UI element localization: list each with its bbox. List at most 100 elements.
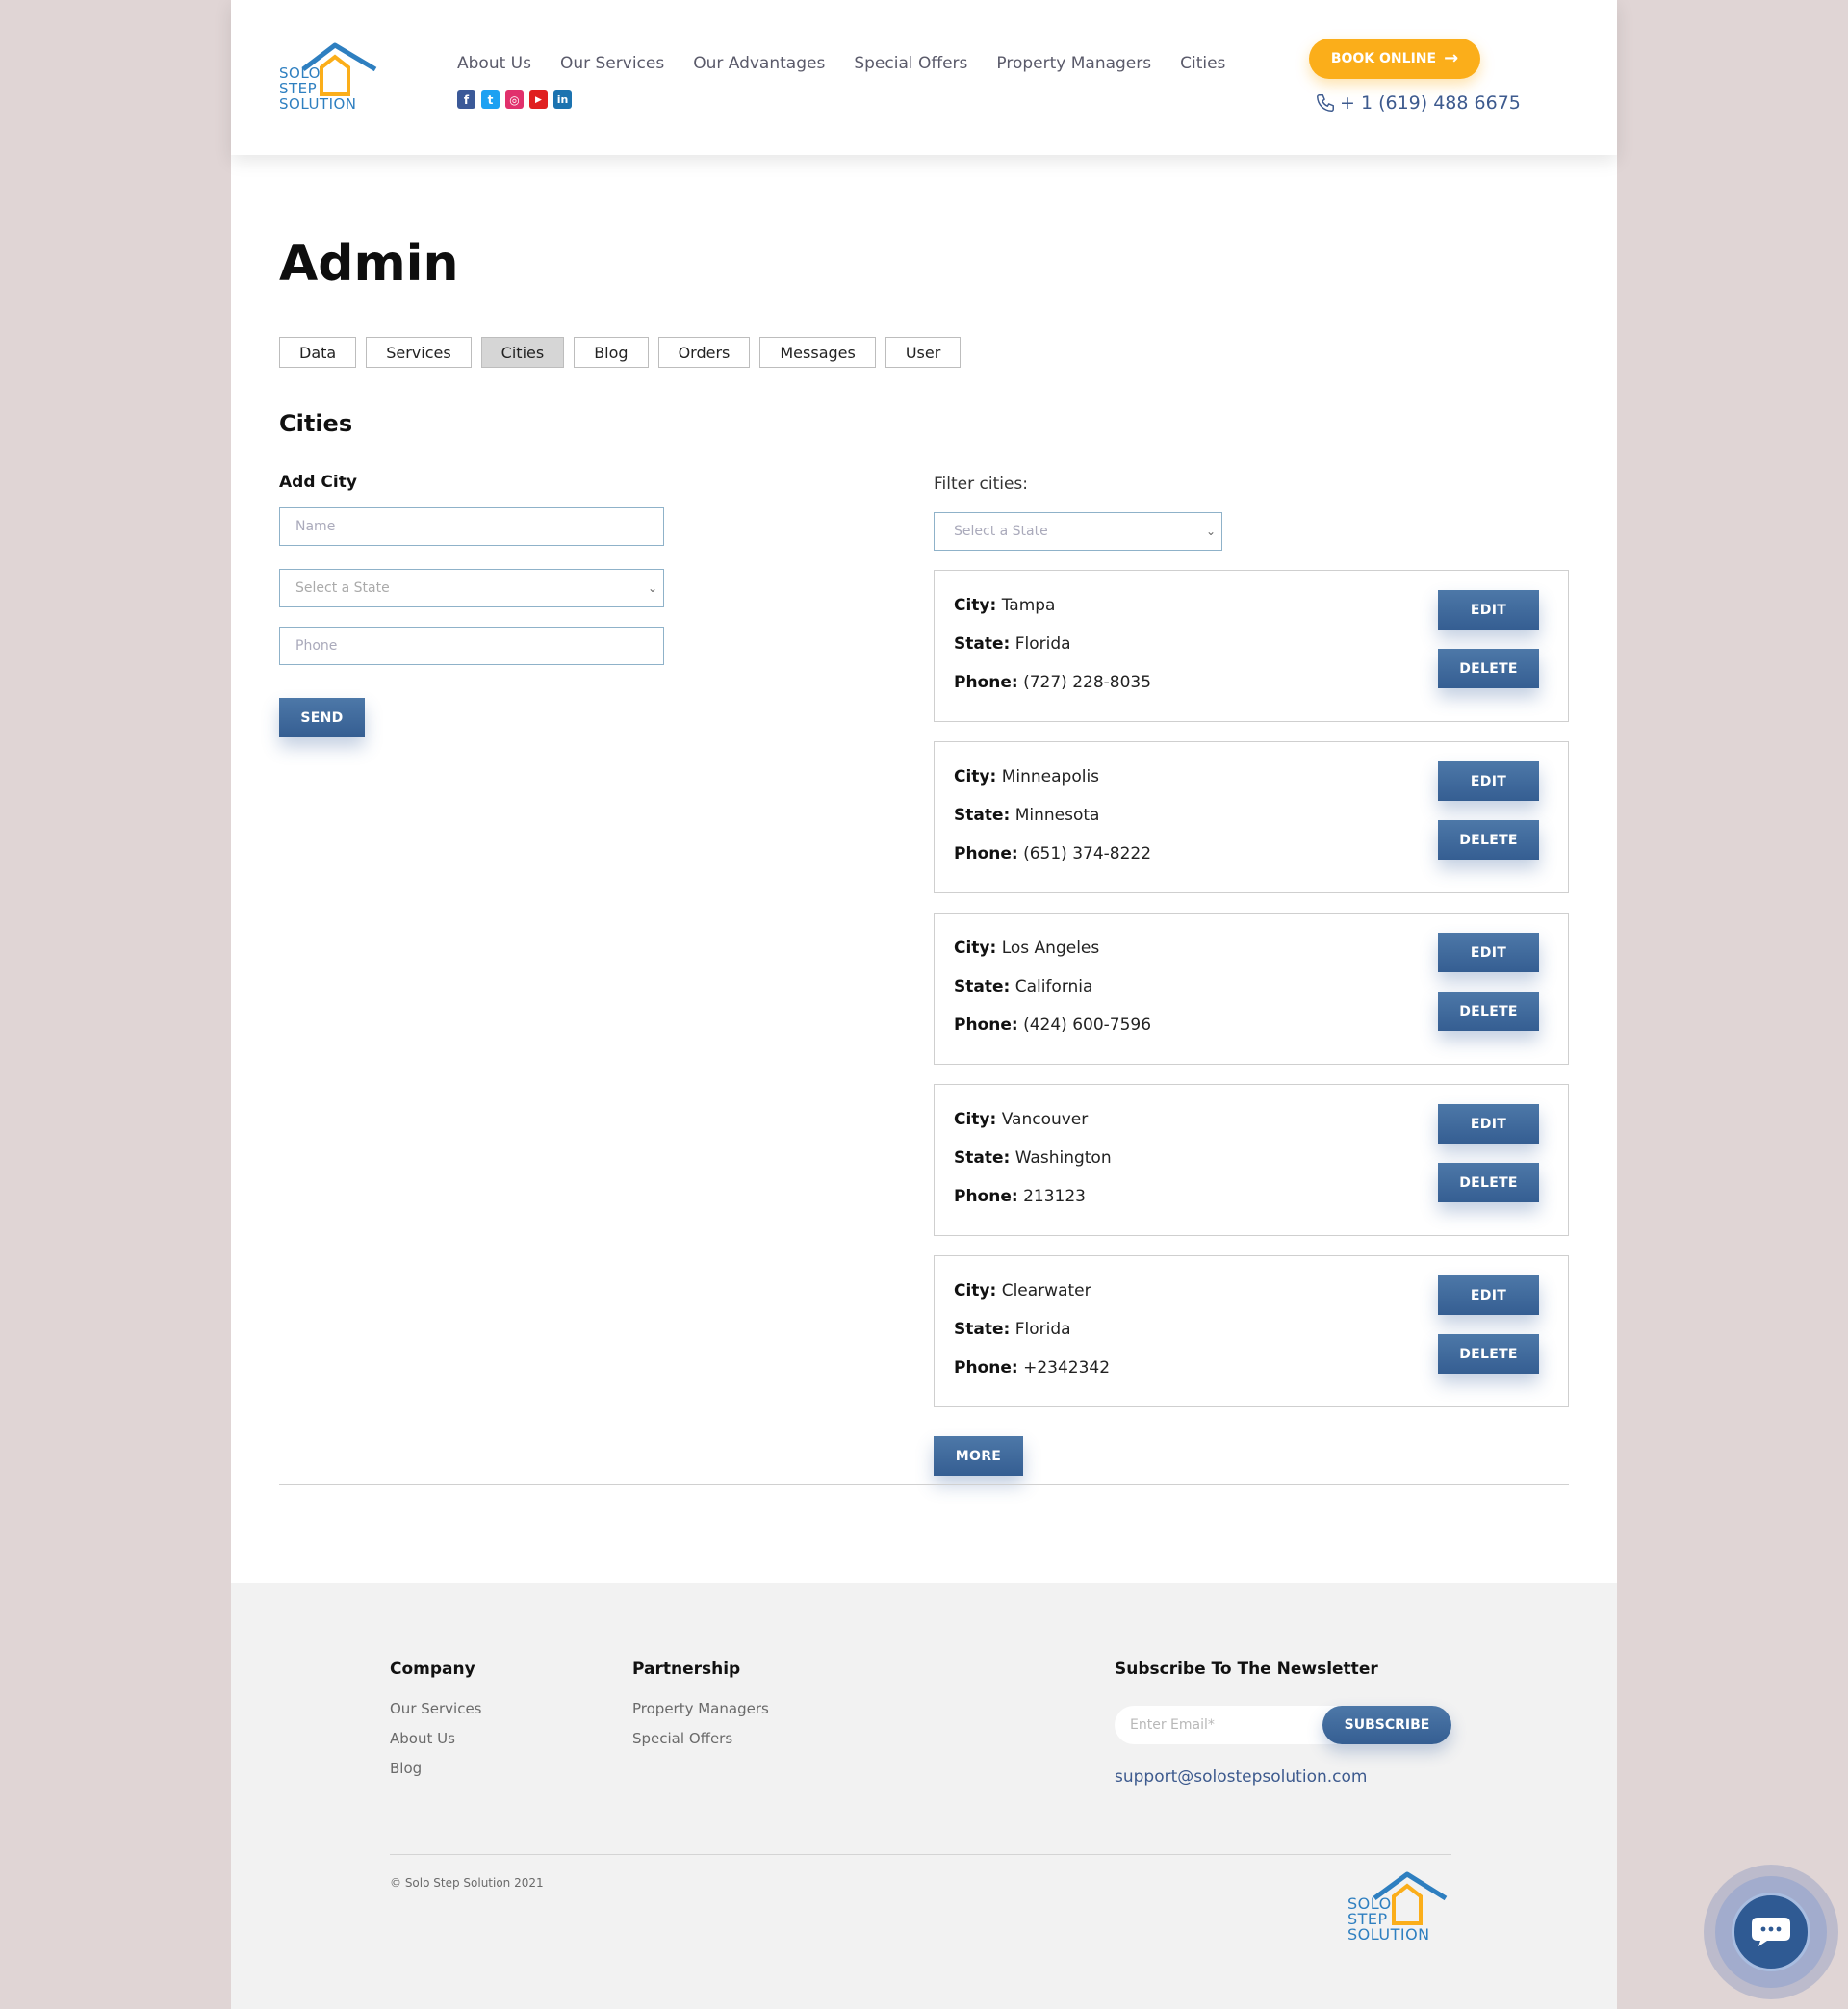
edit-button[interactable]: EDIT <box>1438 1104 1539 1144</box>
book-online-button[interactable]: BOOK ONLINE → <box>1309 39 1480 79</box>
tab-blog[interactable]: Blog <box>574 337 649 368</box>
state-label: State: <box>954 634 1011 654</box>
city-label: City: <box>954 596 997 615</box>
tab-data[interactable]: Data <box>279 337 357 368</box>
phone-label: Phone: <box>954 844 1018 863</box>
footer-company-title: Company <box>390 1660 475 1679</box>
support-email-link[interactable]: support@solostepsolution.com <box>1115 1767 1367 1787</box>
city-phone-input[interactable] <box>295 638 663 654</box>
footer-link-blog[interactable]: Blog <box>390 1760 422 1777</box>
city-card: City: Los Angeles State: California Phon… <box>934 913 1569 1065</box>
linkedin-icon[interactable]: in <box>553 90 572 109</box>
content-divider <box>279 1484 1569 1485</box>
filter-select-placeholder: Select a State <box>954 524 1048 539</box>
city-value: Clearwater <box>1001 1281 1091 1301</box>
send-button[interactable]: SEND <box>279 698 365 737</box>
tab-messages[interactable]: Messages <box>759 337 876 368</box>
chat-button[interactable] <box>1732 1893 1810 1971</box>
instagram-icon[interactable]: ◎ <box>505 90 524 109</box>
city-card: City: Clearwater State: Florida Phone: +… <box>934 1255 1569 1407</box>
phone-value: 213123 <box>1023 1187 1086 1206</box>
city-name-input[interactable] <box>295 519 663 534</box>
state-label: State: <box>954 977 1011 996</box>
logo-line-1: SOLO <box>279 64 321 82</box>
header-phone[interactable]: + 1 (619) 488 6675 <box>1315 92 1521 114</box>
footer-link-property-managers[interactable]: Property Managers <box>632 1700 769 1717</box>
site-footer: Company Our Services About Us Blog Partn… <box>231 1583 1617 2009</box>
more-button[interactable]: MORE <box>934 1436 1023 1476</box>
edit-button[interactable]: EDIT <box>1438 933 1539 972</box>
city-name-field[interactable] <box>279 507 664 546</box>
tab-services[interactable]: Services <box>366 337 472 368</box>
city-value: Vancouver <box>1001 1110 1089 1129</box>
footer-link-about-us[interactable]: About Us <box>390 1730 455 1747</box>
newsletter-form: SUBSCRIBE <box>1115 1706 1451 1744</box>
logo-line-3: SOLUTION <box>1348 1925 1430 1944</box>
chevron-down-icon: ⌄ <box>1205 525 1216 538</box>
tab-orders[interactable]: Orders <box>657 337 751 368</box>
youtube-icon[interactable]: ▶ <box>529 90 548 109</box>
main-nav: About Us Our Services Our Advantages Spe… <box>457 54 1225 73</box>
city-label: City: <box>954 1281 997 1301</box>
phone-row: Phone: 213123 <box>954 1187 1086 1206</box>
footer-link-our-services[interactable]: Our Services <box>390 1700 482 1717</box>
city-row: City: Minneapolis <box>954 767 1099 786</box>
nav-our-services[interactable]: Our Services <box>560 54 664 73</box>
city-card: City: Minneapolis State: Minnesota Phone… <box>934 741 1569 893</box>
phone-row: Phone: (727) 228-8035 <box>954 673 1151 692</box>
tab-user[interactable]: User <box>885 337 962 368</box>
site-logo[interactable]: SOLO STEP SOLUTION <box>279 40 380 117</box>
delete-button[interactable]: DELETE <box>1438 1334 1539 1374</box>
footer-logo[interactable]: SOLO STEP SOLUTION <box>1348 1871 1453 1952</box>
phone-label: Phone: <box>954 1358 1018 1378</box>
edit-button[interactable]: EDIT <box>1438 1275 1539 1315</box>
state-value: Minnesota <box>1014 806 1100 825</box>
phone-number: + 1 (619) 488 6675 <box>1340 92 1521 114</box>
logo-line-2: STEP <box>279 80 318 97</box>
newsletter-email-input[interactable] <box>1130 1706 1313 1744</box>
delete-button[interactable]: DELETE <box>1438 992 1539 1031</box>
social-links: f t ◎ ▶ in <box>457 90 572 109</box>
nav-special-offers[interactable]: Special Offers <box>854 54 967 73</box>
tab-cities[interactable]: Cities <box>480 337 565 368</box>
footer-divider <box>390 1854 1451 1855</box>
city-state-select[interactable]: Select a State ⌄ <box>279 569 664 607</box>
facebook-icon[interactable]: f <box>457 90 475 109</box>
copyright-text: © Solo Step Solution 2021 <box>390 1876 544 1890</box>
state-row: State: Washington <box>954 1148 1112 1168</box>
site-header: SOLO STEP SOLUTION About Us Our Services… <box>231 0 1617 155</box>
nav-about-us[interactable]: About Us <box>457 54 531 73</box>
footer-partnership-title: Partnership <box>632 1660 741 1679</box>
nav-our-advantages[interactable]: Our Advantages <box>693 54 825 73</box>
state-select-placeholder: Select a State <box>295 580 390 596</box>
city-row: City: Tampa <box>954 596 1055 615</box>
phone-row: Phone: (424) 600-7596 <box>954 1016 1151 1035</box>
arrow-right-icon: → <box>1444 48 1459 68</box>
delete-button[interactable]: DELETE <box>1438 820 1539 860</box>
phone-icon <box>1317 94 1334 112</box>
delete-button[interactable]: DELETE <box>1438 649 1539 688</box>
city-phone-field[interactable] <box>279 627 664 665</box>
chat-ring <box>1715 1876 1827 1988</box>
nav-property-managers[interactable]: Property Managers <box>996 54 1151 73</box>
nav-cities[interactable]: Cities <box>1180 54 1225 73</box>
edit-button[interactable]: EDIT <box>1438 590 1539 630</box>
state-row: State: Florida <box>954 634 1071 654</box>
edit-button[interactable]: EDIT <box>1438 761 1539 801</box>
newsletter-title: Subscribe To The Newsletter <box>1115 1660 1378 1679</box>
subscribe-button[interactable]: SUBSCRIBE <box>1322 1706 1451 1744</box>
phone-row: Phone: +2342342 <box>954 1358 1110 1378</box>
footer-link-special-offers[interactable]: Special Offers <box>632 1730 732 1747</box>
state-row: State: Florida <box>954 1320 1071 1339</box>
footer-logo-wordmark: SOLO STEP SOLUTION <box>1348 1896 1430 1943</box>
page-title: Admin <box>279 235 459 293</box>
delete-button[interactable]: DELETE <box>1438 1163 1539 1202</box>
state-row: State: Minnesota <box>954 806 1099 825</box>
city-row: City: Vancouver <box>954 1110 1088 1129</box>
logo-line-3: SOLUTION <box>279 95 357 113</box>
state-label: State: <box>954 1320 1011 1339</box>
filter-state-select[interactable]: Select a State ⌄ <box>934 512 1222 551</box>
state-value: Florida <box>1014 1320 1071 1339</box>
twitter-icon[interactable]: t <box>481 90 500 109</box>
city-value: Minneapolis <box>1001 767 1100 786</box>
